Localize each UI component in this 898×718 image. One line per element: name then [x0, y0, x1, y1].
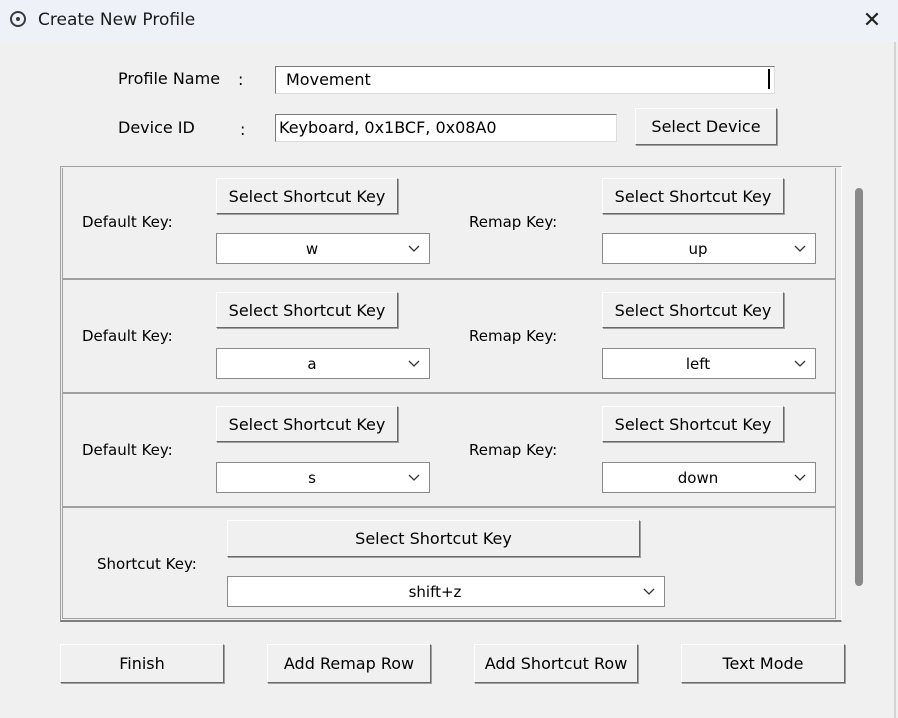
- title-bar: Create New Profile ✕: [0, 0, 898, 42]
- chevron-down-icon: [643, 588, 655, 595]
- default-key-select[interactable]: w: [216, 233, 430, 264]
- shortcut-key-value: shift+z: [408, 583, 462, 601]
- remap-select-shortcut-button[interactable]: Select Shortcut Key: [602, 178, 784, 214]
- profile-name-value: Movement: [286, 70, 371, 89]
- shortcut-key-select[interactable]: shift+z: [227, 576, 665, 607]
- text-mode-button[interactable]: Text Mode: [681, 644, 845, 683]
- default-select-shortcut-button[interactable]: Select Shortcut Key: [216, 178, 398, 214]
- default-select-shortcut-button[interactable]: Select Shortcut Key: [216, 406, 398, 442]
- profile-name-input[interactable]: Movement: [275, 66, 775, 94]
- default-key-label: Default Key:: [82, 213, 173, 231]
- remap-key-select[interactable]: left: [602, 348, 816, 379]
- device-id-label: Device ID: [118, 118, 195, 137]
- device-id-input[interactable]: Keyboard, 0x1BCF, 0x08A0: [275, 114, 617, 142]
- profile-name-label: Profile Name: [118, 69, 221, 88]
- default-key-value: s: [308, 469, 316, 487]
- remap-key-value: down: [677, 469, 719, 487]
- remap-row: Default Key: Select Shortcut Key s Remap…: [62, 393, 836, 507]
- shortcut-select-button[interactable]: Select Shortcut Key: [227, 520, 640, 557]
- add-shortcut-row-button[interactable]: Add Shortcut Row: [474, 644, 638, 683]
- vertical-scrollbar[interactable]: [855, 188, 863, 586]
- chevron-down-icon: [794, 474, 806, 481]
- shortcut-row: Shortcut Key: Select Shortcut Key shift+…: [62, 507, 836, 619]
- app-icon: [10, 11, 26, 27]
- chevron-down-icon: [408, 474, 420, 481]
- remap-key-value: up: [688, 240, 708, 258]
- default-key-value: w: [305, 240, 319, 258]
- remap-key-label: Remap Key:: [469, 441, 558, 459]
- remap-key-select[interactable]: down: [602, 462, 816, 493]
- remap-key-label: Remap Key:: [469, 213, 558, 231]
- select-device-button[interactable]: Select Device: [635, 108, 777, 145]
- window-title: Create New Profile: [38, 10, 196, 30]
- default-key-value: a: [307, 355, 317, 373]
- default-select-shortcut-button[interactable]: Select Shortcut Key: [216, 292, 398, 328]
- default-key-select[interactable]: s: [216, 462, 430, 493]
- remap-row: Default Key: Select Shortcut Key w Remap…: [62, 168, 836, 279]
- default-key-label: Default Key:: [82, 327, 173, 345]
- remap-row: Default Key: Select Shortcut Key a Remap…: [62, 279, 836, 393]
- default-key-label: Default Key:: [82, 441, 173, 459]
- profile-name-colon: :: [238, 70, 244, 89]
- finish-button[interactable]: Finish: [60, 644, 224, 683]
- chevron-down-icon: [408, 245, 420, 252]
- text-caret: [768, 69, 770, 89]
- remap-key-label: Remap Key:: [469, 327, 558, 345]
- default-key-select[interactable]: a: [216, 348, 430, 379]
- remap-key-value: left: [685, 355, 711, 373]
- remap-key-select[interactable]: up: [602, 233, 816, 264]
- chevron-down-icon: [794, 245, 806, 252]
- device-id-value: Keyboard, 0x1BCF, 0x08A0: [279, 118, 497, 137]
- chevron-down-icon: [794, 360, 806, 367]
- close-icon[interactable]: ✕: [856, 6, 888, 36]
- remap-select-shortcut-button[interactable]: Select Shortcut Key: [602, 292, 784, 328]
- add-remap-row-button[interactable]: Add Remap Row: [267, 644, 431, 683]
- chevron-down-icon: [408, 360, 420, 367]
- shortcut-key-label: Shortcut Key:: [97, 555, 197, 573]
- remap-select-shortcut-button[interactable]: Select Shortcut Key: [602, 406, 784, 442]
- window-border: [894, 42, 896, 718]
- device-id-colon: :: [240, 120, 246, 139]
